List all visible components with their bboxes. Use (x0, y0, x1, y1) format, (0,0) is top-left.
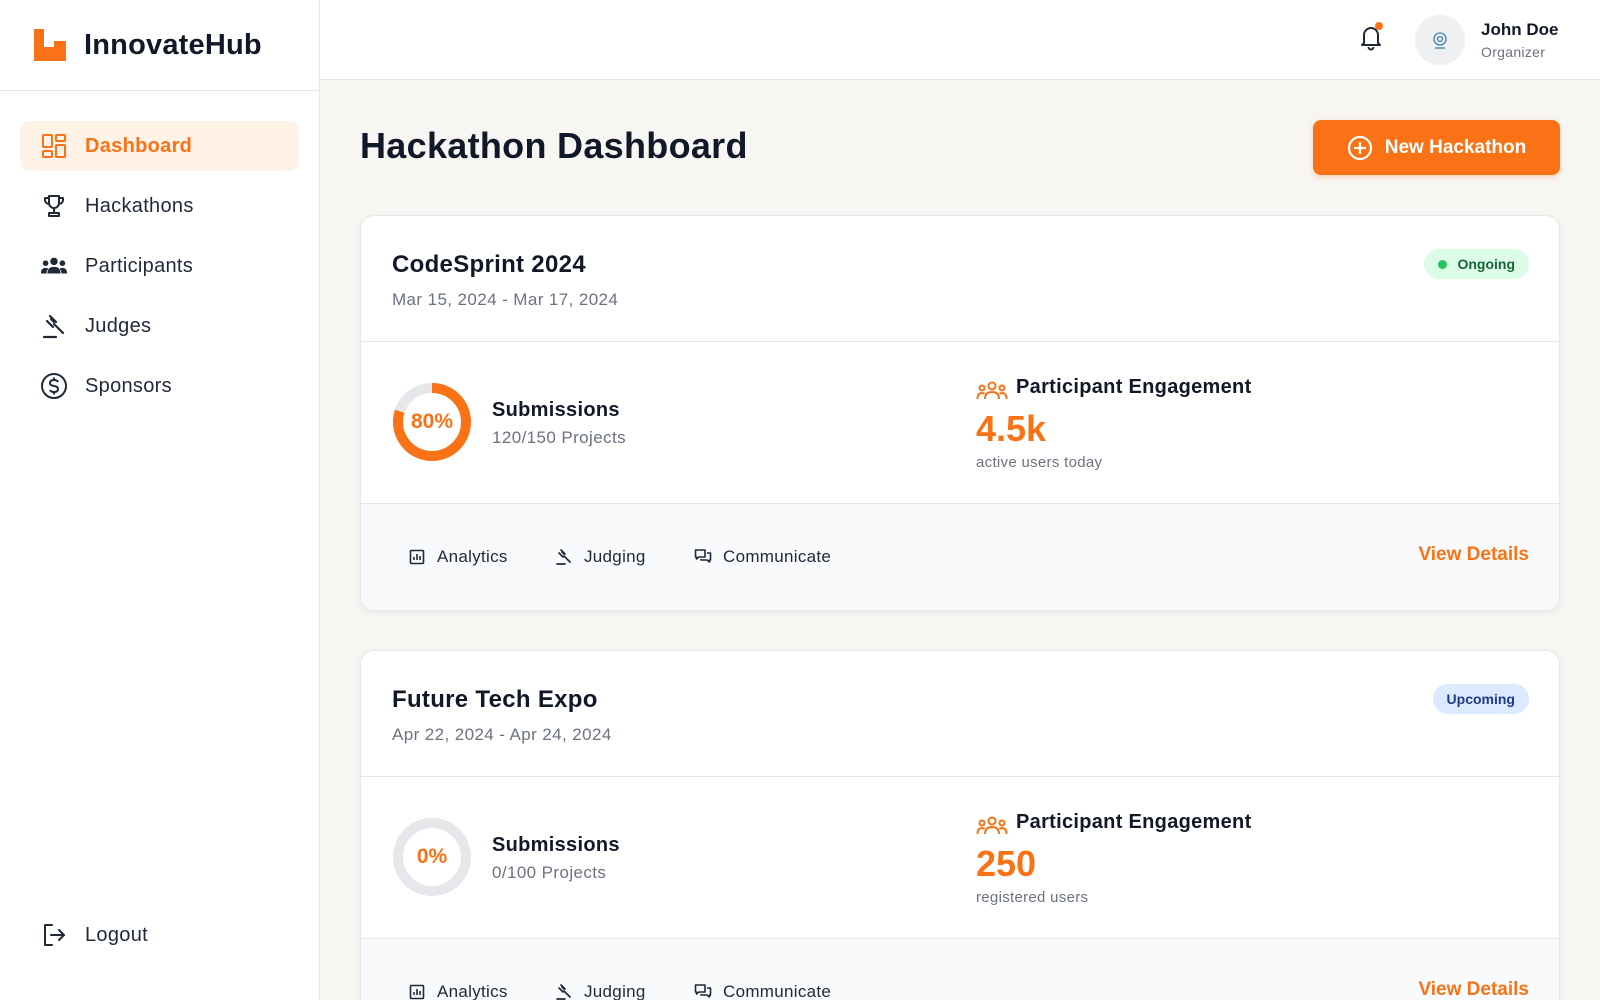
dollar-icon (40, 372, 68, 400)
hackathon-title: Future Tech Expo (392, 686, 598, 713)
sidebar-item-hackathons[interactable]: Hackathons (20, 181, 299, 231)
group-icon (976, 381, 1008, 400)
hackathon-title: CodeSprint 2024 (392, 251, 586, 278)
page-title: Hackathon Dashboard (360, 125, 748, 166)
submissions-count: 0/100 Projects (492, 863, 607, 882)
sidebar-item-sponsors[interactable]: Sponsors (20, 361, 299, 411)
notifications-button[interactable] (1356, 22, 1386, 52)
gavel-icon (40, 312, 68, 340)
submissions-label: Submissions (492, 834, 620, 856)
user-role: Organizer (1481, 44, 1546, 60)
gavel-icon (554, 982, 574, 1000)
engagement-caption: active users today (976, 454, 1103, 471)
gavel-icon (554, 547, 574, 567)
plus-circle-icon (1347, 135, 1372, 160)
chat-icon (693, 982, 713, 1000)
communicate-label: Communicate (723, 982, 832, 1000)
trophy-icon (40, 192, 68, 220)
submissions-percent: 0% (416, 845, 448, 868)
dashboard-icon (40, 132, 68, 160)
sidebar-item-label: Judges (85, 314, 152, 337)
new-hackathon-button[interactable]: New Hackathon (1313, 120, 1560, 175)
user-name: John Doe (1481, 20, 1559, 39)
judging-label: Judging (584, 547, 646, 566)
submissions-label: Submissions (492, 399, 620, 421)
status-label: Upcoming (1446, 691, 1515, 707)
judging-label: Judging (584, 982, 646, 1000)
submissions-count: 120/150 Projects (492, 428, 626, 447)
judging-button[interactable]: Judging (554, 978, 646, 1000)
notification-badge (1375, 22, 1383, 30)
communicate-button[interactable]: Communicate (693, 543, 831, 571)
avatar[interactable] (1415, 15, 1465, 65)
engagement-caption: registered users (976, 889, 1089, 906)
status-badge: Ongoing (1424, 249, 1529, 279)
avatar-image-icon (1433, 32, 1447, 49)
hackathon-dates: Apr 22, 2024 - Apr 24, 2024 (392, 725, 612, 744)
card-actions: Analytics Judging Communicate View Detai… (361, 939, 1559, 1000)
group-icon (40, 252, 68, 280)
analytics-icon (407, 547, 427, 567)
app-name: InnovateHub (84, 28, 262, 61)
analytics-label: Analytics (437, 982, 508, 1000)
judging-button[interactable]: Judging (554, 543, 646, 571)
top-bar: John Doe Organizer (320, 0, 1600, 80)
engagement-value: 4.5k (976, 408, 1047, 449)
card-header: Future Tech Expo Apr 22, 2024 - Apr 24, … (361, 651, 1559, 777)
group-icon (976, 816, 1008, 835)
engagement-label: Participant Engagement (1016, 811, 1252, 833)
card-stats: 80% Submissions 120/150 Projects Partici… (361, 342, 1559, 504)
sidebar: InnovateHub Dashboard Hackathons Partici… (0, 0, 320, 1000)
sidebar-item-judges[interactable]: Judges (20, 301, 299, 351)
status-dot (1438, 259, 1448, 269)
communicate-button[interactable]: Communicate (693, 978, 831, 1000)
sidebar-item-label: Hackathons (85, 194, 194, 217)
communicate-label: Communicate (723, 547, 832, 566)
innovatehub-logo-icon (34, 29, 66, 61)
status-label: Ongoing (1457, 256, 1515, 272)
view-details-link[interactable]: View Details (1418, 979, 1529, 1000)
hackathon-card: Future Tech Expo Apr 22, 2024 - Apr 24, … (360, 650, 1560, 1000)
logout-icon (40, 921, 68, 949)
sidebar-item-label: Dashboard (85, 134, 193, 157)
sidebar-item-label: Sponsors (85, 374, 172, 397)
card-actions: Analytics Judging Communicate View Detai… (361, 504, 1559, 610)
sidebar-nav: Dashboard Hackathons Participants Judges… (0, 91, 319, 411)
sidebar-item-label: Participants (85, 254, 194, 277)
logout-label: Logout (85, 923, 148, 946)
analytics-icon (407, 982, 427, 1000)
logout-button[interactable]: Logout (20, 910, 300, 960)
sidebar-item-dashboard[interactable]: Dashboard (20, 121, 299, 171)
view-details-link[interactable]: View Details (1418, 544, 1529, 566)
analytics-button[interactable]: Analytics (407, 543, 508, 571)
analytics-label: Analytics (437, 547, 508, 566)
card-header: CodeSprint 2024 Mar 15, 2024 - Mar 17, 2… (361, 216, 1559, 342)
submissions-percent: 80% (410, 410, 454, 433)
hackathon-dates: Mar 15, 2024 - Mar 17, 2024 (392, 290, 619, 309)
status-badge: Upcoming (1432, 684, 1529, 714)
new-hackathon-label: New Hackathon (1384, 136, 1527, 158)
card-stats: 0% Submissions 0/100 Projects Participan… (361, 777, 1559, 939)
engagement-value: 250 (976, 843, 1037, 884)
brand: InnovateHub (0, 0, 319, 91)
engagement-label: Participant Engagement (1016, 376, 1252, 398)
chat-icon (693, 547, 713, 567)
hackathon-card: CodeSprint 2024 Mar 15, 2024 - Mar 17, 2… (360, 215, 1560, 611)
analytics-button[interactable]: Analytics (407, 978, 508, 1000)
sidebar-item-participants[interactable]: Participants (20, 241, 299, 291)
